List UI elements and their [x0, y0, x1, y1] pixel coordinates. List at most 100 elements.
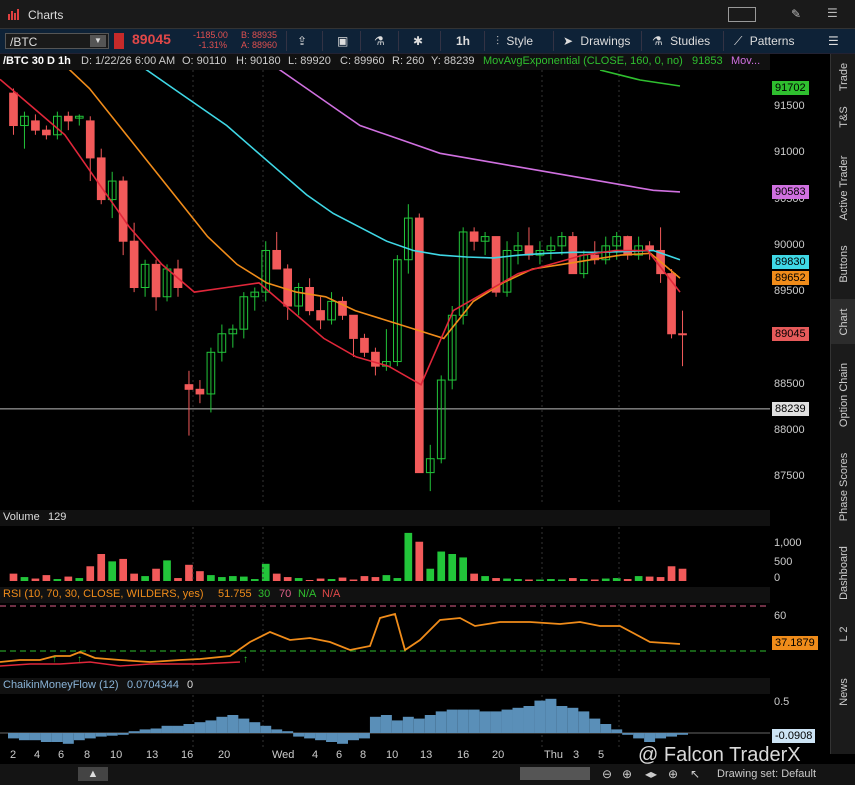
sidebar-tab-option-chain[interactable]: Option Chain	[831, 354, 855, 436]
sidebar-tab-news[interactable]: News	[831, 664, 855, 719]
candle-body	[63, 115, 73, 122]
rsi-overbought: 70	[279, 588, 292, 600]
style-button[interactable]: ⫶ Style	[496, 30, 533, 52]
time-tick: 20	[492, 749, 505, 761]
cmf-bar	[523, 706, 535, 733]
window-title: Charts	[28, 8, 64, 22]
volume-bar	[382, 575, 391, 581]
sidebar-tab-label: Trade	[837, 62, 850, 92]
candle-body	[31, 120, 40, 131]
volume-bar	[393, 578, 402, 581]
cursor-icon[interactable]: ↖	[690, 767, 700, 781]
sidebar-tab-l-2[interactable]: L 2	[831, 614, 855, 654]
share-icon[interactable]: ⇪	[297, 30, 307, 52]
info-high: H: 90180	[236, 55, 281, 67]
cmf-bar	[556, 706, 568, 733]
candle-body	[283, 268, 293, 307]
sidebar-tab-label: Buttons	[837, 245, 850, 283]
cmf-bar	[600, 724, 612, 733]
cmf-extra: 0	[187, 679, 194, 691]
link-icon[interactable]	[114, 33, 124, 49]
cmf-bar	[457, 709, 469, 733]
cmf-bar	[348, 733, 359, 741]
cmf-bar	[117, 733, 129, 735]
info-more[interactable]: Mov...	[731, 55, 760, 67]
cmf-header: ChaikinMoneyFlow (12) 0.0704344 0	[0, 678, 770, 694]
cmf-bar	[95, 733, 107, 737]
volume-bar	[196, 571, 204, 581]
candle-body	[96, 157, 106, 201]
scroll-left-button[interactable]: ▲	[78, 767, 108, 781]
price-chart[interactable]	[0, 70, 770, 505]
pin-icon[interactable]: ✎	[791, 7, 801, 21]
patterns-button[interactable]: ⟋ Patterns	[734, 30, 794, 52]
sidebar-tab-dashboard[interactable]: Dashboard	[831, 538, 855, 608]
ema-orange-line	[68, 70, 681, 340]
zoom-in-icon[interactable]: ⊕	[622, 767, 632, 781]
timeframe-button[interactable]: 1h	[456, 30, 470, 52]
volume-chart[interactable]	[0, 527, 770, 581]
volume-bar	[86, 566, 95, 581]
cmf-bar	[468, 709, 480, 733]
window-restore-button[interactable]	[728, 7, 756, 22]
info-close: C: 89960	[340, 55, 385, 67]
symbol-input[interactable]: /BTC ▼	[5, 33, 109, 49]
drawing-set-label[interactable]: Drawing set: Default	[717, 768, 816, 780]
cmf-bar	[315, 733, 327, 741]
cmf-bar	[435, 711, 447, 733]
pan-icon[interactable]: ◂▸	[645, 767, 657, 781]
flask-icon[interactable]: ⚗	[374, 30, 385, 52]
time-tick: 6	[336, 749, 343, 761]
style-icon: ⫶	[496, 34, 500, 48]
price-label: 89652	[772, 271, 809, 286]
gear-icon[interactable]: ✱	[413, 30, 423, 52]
sidebar-tab-buttons[interactable]: Buttons	[831, 239, 855, 289]
info-open: O: 90110	[182, 55, 227, 67]
chevron-down-icon[interactable]: ▼	[90, 35, 106, 47]
sidebar-tab-chart[interactable]: Chart	[831, 299, 855, 344]
cmf-chart[interactable]	[0, 695, 770, 747]
volume-header: Volume 129	[0, 510, 770, 526]
menu-icon[interactable]: ☰	[828, 30, 839, 52]
volume-bar	[601, 578, 610, 581]
zoom-out-icon[interactable]: ⊖	[602, 767, 612, 781]
rsi-chart[interactable]: ↑ ↑ ↑	[0, 604, 770, 674]
rsi-title: RSI (10, 70, 30, CLOSE, WILDERS, yes)	[3, 588, 204, 600]
volume-bar	[656, 577, 665, 581]
candle-body	[349, 314, 358, 339]
ask-value: A: 88960	[241, 40, 278, 50]
volume-title: Volume	[3, 511, 40, 523]
time-tick: 4	[312, 749, 319, 761]
volume-bar	[590, 579, 599, 581]
volume-bar	[207, 575, 215, 581]
sidebar-tab-label: Dashboard	[837, 546, 850, 600]
cmf-bar	[18, 733, 30, 741]
chart-grid-icon[interactable]: ▣	[337, 30, 348, 52]
crosshair-icon[interactable]: ⊕	[668, 767, 678, 781]
cmf-bar	[380, 715, 392, 733]
volume-bar	[42, 575, 51, 581]
volume-bar	[645, 576, 654, 581]
studies-button[interactable]: ⚗ Studies	[652, 30, 710, 52]
cmf-bar	[622, 733, 634, 735]
cmf-bar	[150, 728, 162, 733]
sidebar-tab-trade[interactable]: Trade	[831, 62, 855, 92]
sidebar-tab-t-s[interactable]: T&S	[831, 100, 855, 134]
sidebar-tab-phase-scores[interactable]: Phase Scores	[831, 446, 855, 528]
bid-value: B: 88935	[241, 30, 278, 40]
time-tick: 5	[598, 749, 605, 761]
cmf-bar	[282, 731, 294, 733]
volume-bar	[459, 557, 467, 581]
volume-bar	[558, 579, 566, 581]
sidebar-tab-active-trader[interactable]: Active Trader	[831, 149, 855, 227]
settings-icon[interactable]: ☰	[827, 6, 838, 20]
volume-tick: 0	[774, 572, 781, 584]
price-change: -1185.00 -1.31%	[193, 30, 228, 50]
scroll-track[interactable]	[520, 767, 590, 780]
rsi-na1: N/A	[298, 588, 317, 600]
volume-bar	[75, 578, 84, 581]
volume-bar	[250, 579, 259, 581]
volume-bar	[163, 560, 171, 581]
drawings-button[interactable]: ➤ Drawings	[563, 30, 630, 52]
time-tick: 8	[84, 749, 91, 761]
